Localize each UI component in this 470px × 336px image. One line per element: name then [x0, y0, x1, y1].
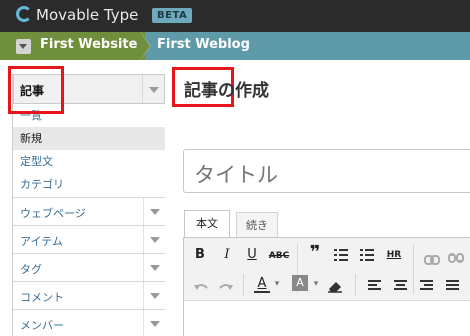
bold-button[interactable]: B	[192, 246, 208, 264]
beta-badge: BETA	[152, 8, 193, 23]
blog-label[interactable]: First Weblog	[157, 37, 250, 52]
strikethrough-button[interactable]: ABC	[267, 247, 291, 265]
chevron-down-icon[interactable]	[143, 198, 165, 225]
chevron-down-icon[interactable]	[143, 226, 165, 253]
bulleted-list-icon[interactable]	[334, 249, 348, 261]
editor-toolbar: B I U ABC ❞ HR A ▾ A ▾	[184, 238, 470, 301]
unlink-icon[interactable]	[448, 249, 464, 268]
italic-button[interactable]: I	[219, 246, 235, 264]
breadcrumb: First Website First Weblog	[0, 32, 470, 60]
page-title: 記事の作成	[184, 81, 269, 101]
chevron-down-icon[interactable]	[143, 282, 165, 309]
breadcrumb-website[interactable]: First Website	[0, 32, 145, 60]
blockquote-button[interactable]: ❞	[306, 244, 324, 262]
tab-body[interactable]: 本文	[184, 210, 230, 238]
align-center-icon[interactable]	[394, 280, 407, 291]
text-color-dropdown[interactable]: ▾	[272, 275, 282, 293]
menu-comments[interactable]: コメント	[13, 281, 165, 309]
redo-icon[interactable]	[218, 279, 234, 298]
undo-icon[interactable]	[193, 279, 209, 298]
top-bar: Movable Type BETA	[0, 0, 470, 32]
toolbar-divider	[243, 274, 244, 296]
menu-items[interactable]: アイテム	[13, 225, 165, 253]
menu-items-label: アイテム	[20, 235, 63, 248]
chevron-down-icon[interactable]	[142, 75, 164, 103]
background-color-dropdown[interactable]: ▾	[311, 275, 321, 293]
menu-members[interactable]: メンバー	[13, 309, 165, 336]
numbered-list-icon[interactable]	[360, 249, 374, 261]
chevron-down-icon[interactable]	[143, 254, 165, 281]
submenu-item-categories[interactable]: カテゴリ	[13, 173, 165, 196]
toolbar-divider	[413, 244, 414, 294]
menu-tags-label: タグ	[20, 263, 42, 276]
submenu-item-templates[interactable]: 定型文	[13, 150, 165, 173]
menu-tags[interactable]: タグ	[13, 253, 165, 281]
horizontal-rule-button[interactable]: HR	[384, 246, 404, 264]
title-input[interactable]	[183, 149, 470, 193]
breadcrumb-arrow	[140, 32, 150, 60]
align-justify-icon[interactable]	[446, 280, 459, 291]
submenu-item-new[interactable]: 新規	[13, 127, 165, 150]
tab-extended[interactable]: 続き	[236, 212, 278, 238]
eraser-icon[interactable]	[327, 278, 343, 297]
logo-icon	[16, 6, 32, 22]
align-right-icon[interactable]	[420, 280, 433, 291]
app-name[interactable]: Movable Type	[36, 6, 138, 24]
link-icon[interactable]	[424, 250, 440, 269]
site-menu-toggle-icon[interactable]	[16, 39, 31, 54]
menu-webpages[interactable]: ウェブページ	[13, 197, 165, 225]
text-color-button[interactable]: A	[254, 275, 270, 293]
menu-webpages-label: ウェブページ	[20, 207, 86, 220]
highlight-box-menu	[8, 66, 64, 114]
menu-members-label: メンバー	[20, 319, 64, 332]
chevron-down-icon[interactable]	[143, 310, 165, 336]
menu-comments-label: コメント	[20, 291, 64, 304]
underline-button[interactable]: U	[244, 246, 260, 264]
rich-text-editor[interactable]: B I U ABC ❞ HR A ▾ A ▾	[183, 237, 470, 336]
website-label[interactable]: First Website	[40, 37, 137, 52]
align-left-icon[interactable]	[368, 280, 381, 291]
toolbar-divider	[355, 274, 356, 296]
background-color-button[interactable]: A	[292, 275, 308, 291]
